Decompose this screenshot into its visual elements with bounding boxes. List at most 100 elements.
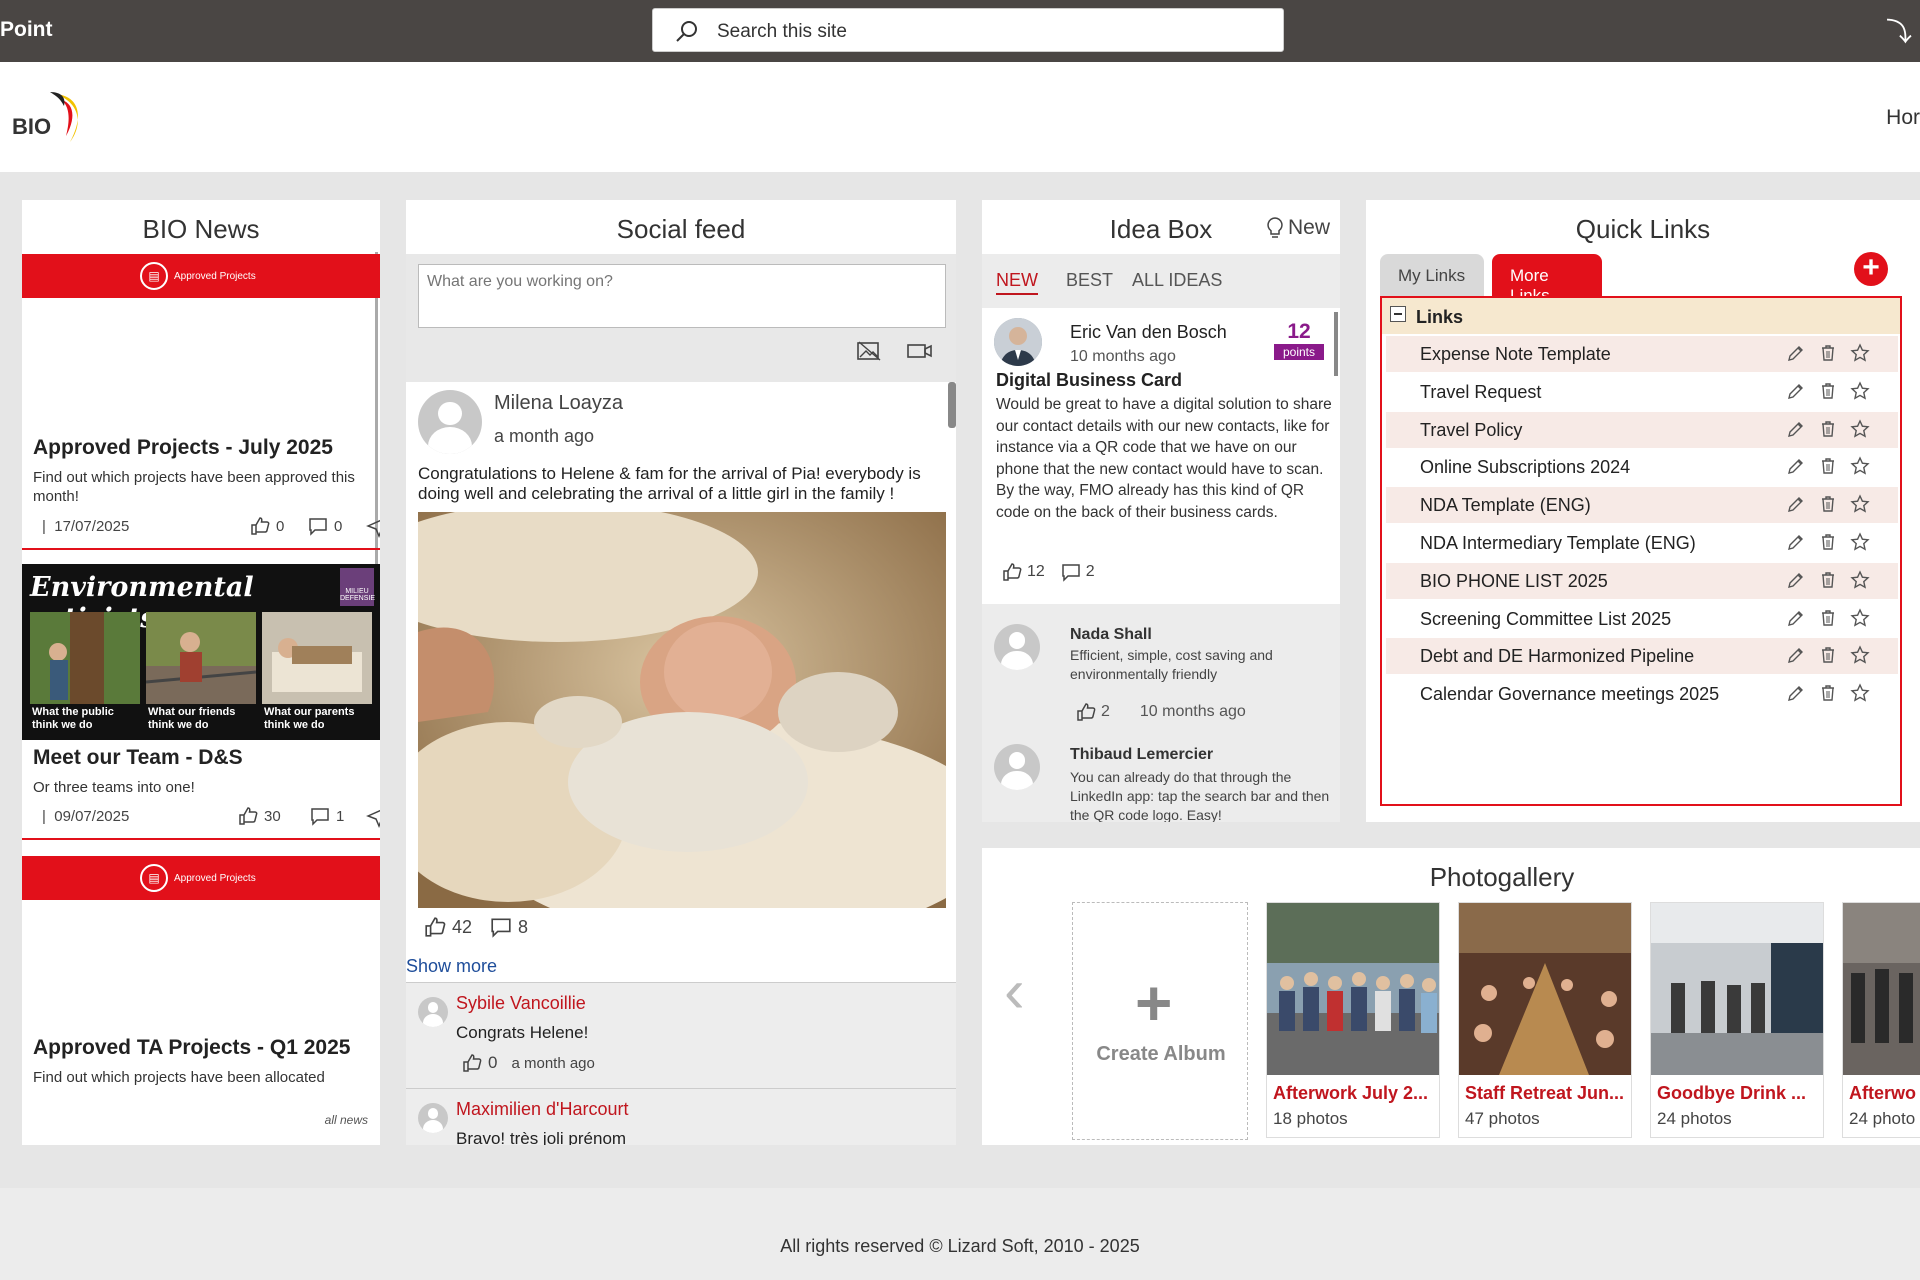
delete-icon[interactable] [1818,683,1838,703]
tab-best[interactable]: BEST [1066,270,1113,291]
show-more-link[interactable]: Show more [406,956,497,977]
feed-scrollbar[interactable] [948,382,956,428]
avatar[interactable] [994,744,1040,790]
corner-arrow-icon[interactable]: ⤵ [1886,12,1912,49]
edit-icon[interactable] [1786,419,1806,439]
avatar[interactable] [418,1103,448,1133]
album-card[interactable]: Goodbye Drink ... 24 photos [1650,902,1824,1138]
avatar[interactable] [418,390,482,454]
edit-icon[interactable] [1786,608,1806,628]
search-input[interactable]: Search this site [717,21,847,43]
reply-author[interactable]: Thibaud Lemercier [1070,746,1213,764]
album-card[interactable]: Staff Retreat Jun... 47 photos [1458,902,1632,1138]
app-brand[interactable]: Point [0,18,53,42]
quick-link-row[interactable]: Calendar Governance meetings 2025 [1386,676,1898,712]
idea-scrollbar[interactable] [1334,312,1338,376]
tab-my-links[interactable]: My Links [1380,254,1484,296]
star-icon[interactable] [1850,381,1870,401]
album-card[interactable]: Afterwork July 2... 18 photos [1266,902,1440,1138]
attach-video-icon[interactable] [906,340,934,362]
avatar[interactable] [994,624,1040,670]
news-item-title[interactable]: Meet our Team - D&S [33,746,243,770]
idea-title-text[interactable]: Digital Business Card [996,370,1182,391]
post-author[interactable]: Milena Loayza [494,392,623,415]
edit-icon[interactable] [1786,381,1806,401]
edit-icon[interactable] [1786,532,1806,552]
star-icon[interactable] [1850,418,1870,439]
comment-button[interactable]: 0 [308,516,342,536]
add-link-button[interactable]: + [1854,252,1888,286]
site-search-box[interactable]: Search this site [652,8,1284,52]
quick-link-row[interactable]: Screening Committee List 2025 [1386,601,1898,637]
like-button[interactable]: 30 [238,806,281,826]
comment-author[interactable]: Maximilien d'Harcourt [456,1099,629,1120]
tab-more-links[interactable]: More Links [1492,254,1602,305]
quick-link-label[interactable]: Calendar Governance meetings 2025 [1420,684,1719,705]
tab-all-ideas[interactable]: ALL IDEAS [1132,270,1222,291]
star-icon[interactable] [1850,607,1870,628]
nav-home-link[interactable]: Hor [1886,106,1920,130]
share-icon[interactable] [366,806,380,828]
quick-link-label[interactable]: Online Subscriptions 2024 [1420,457,1630,478]
quick-link-row[interactable]: Travel Request [1386,374,1898,410]
quick-link-row[interactable]: Online Subscriptions 2024 [1386,449,1898,485]
collapse-icon[interactable] [1390,306,1406,322]
delete-icon[interactable] [1818,532,1838,552]
attach-image-icon[interactable] [856,340,882,362]
links-group-header[interactable]: Links [1382,298,1900,334]
delete-icon[interactable] [1818,645,1838,665]
quick-link-row[interactable]: Debt and DE Harmonized Pipeline [1386,638,1898,675]
star-icon[interactable] [1850,494,1870,514]
idea-author[interactable]: Eric Van den Bosch [1070,322,1227,343]
star-icon[interactable] [1850,343,1870,363]
edit-icon[interactable] [1786,645,1806,665]
post-input[interactable] [418,264,946,328]
quick-link-label[interactable]: Screening Committee List 2025 [1420,609,1671,630]
quick-link-label[interactable]: NDA Template (ENG) [1420,495,1591,516]
like-button[interactable]: 12 [1002,562,1045,582]
post-photo[interactable] [418,512,946,908]
avatar[interactable] [418,997,448,1027]
comment-button[interactable]: 2 [1061,562,1095,582]
all-news-link[interactable]: all news [325,1113,368,1127]
news-item-image[interactable]: Environmental activists MILIEU DEFENSIE … [22,564,380,740]
quick-link-label[interactable]: NDA Intermediary Template (ENG) [1420,533,1696,554]
reply-author[interactable]: Nada Shall [1070,626,1152,644]
create-album-button[interactable]: + Create Album [1072,902,1248,1140]
edit-icon[interactable] [1786,683,1806,703]
star-icon[interactable] [1850,570,1870,590]
delete-icon[interactable] [1818,381,1838,401]
quick-link-label[interactable]: Travel Request [1420,382,1541,403]
tab-new[interactable]: NEW [996,270,1038,295]
site-logo[interactable]: BIO [12,90,92,146]
delete-icon[interactable] [1818,456,1838,476]
news-item-title[interactable]: Approved TA Projects - Q1 2025 [33,1036,350,1060]
star-icon[interactable] [1850,683,1870,703]
edit-icon[interactable] [1786,494,1806,514]
share-icon[interactable] [366,516,380,538]
delete-icon[interactable] [1818,419,1838,439]
like-button[interactable]: 42 [424,916,472,938]
star-icon[interactable] [1850,456,1870,476]
edit-icon[interactable] [1786,343,1806,363]
chevron-left-icon[interactable]: ‹ [1004,956,1025,1027]
quick-link-row[interactable]: NDA Intermediary Template (ENG) [1386,525,1898,561]
quick-link-label[interactable]: Debt and DE Harmonized Pipeline [1420,646,1694,667]
like-button[interactable]: 0 [250,516,284,536]
album-card[interactable]: Afterwo 24 photo [1842,902,1920,1138]
quick-link-row[interactable]: Expense Note Template [1386,336,1898,372]
comment-author[interactable]: Sybile Vancoillie [456,993,586,1014]
quick-link-label[interactable]: Travel Policy [1420,420,1522,441]
star-icon[interactable] [1850,645,1870,665]
delete-icon[interactable] [1818,570,1838,590]
delete-icon[interactable] [1818,608,1838,628]
quick-link-row[interactable]: NDA Template (ENG) [1386,487,1898,524]
news-banner-approved[interactable]: ▤ Approved Projects [22,856,380,900]
news-item-title[interactable]: Approved Projects - July 2025 [33,436,333,460]
avatar[interactable] [994,318,1042,366]
comment-button[interactable]: 1 [310,806,344,826]
delete-icon[interactable] [1818,494,1838,514]
quick-link-row[interactable]: BIO PHONE LIST 2025 [1386,562,1898,599]
edit-icon[interactable] [1786,570,1806,590]
like-button[interactable]: 0 [462,1053,497,1073]
